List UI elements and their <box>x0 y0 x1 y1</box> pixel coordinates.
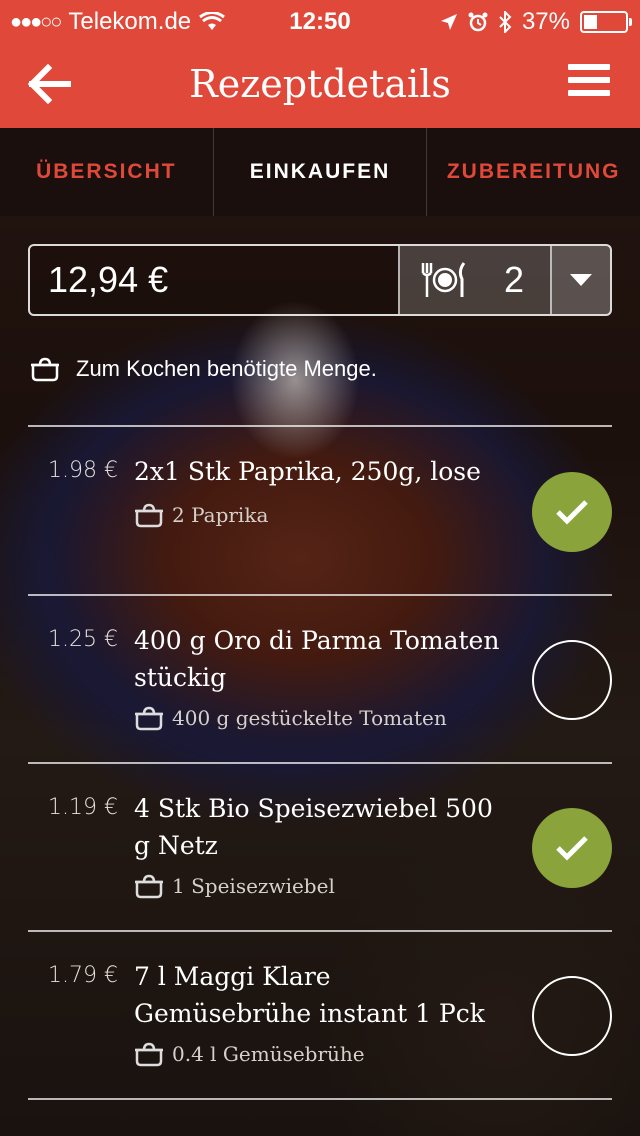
checkmark-icon <box>556 836 588 861</box>
item-check-toggle[interactable] <box>532 472 612 552</box>
item-check-toggle[interactable] <box>532 640 612 720</box>
cooking-pot-icon <box>31 357 59 382</box>
menu-button[interactable] <box>568 64 610 100</box>
price-servings-bar: 12,94 € 2 <box>28 244 612 316</box>
checkmark-icon <box>556 500 588 525</box>
item-check-toggle[interactable] <box>532 808 612 888</box>
item-need: 2 Paprika <box>134 502 268 528</box>
item-need-text: 0.4 l Gemüsebrühe <box>172 1042 365 1066</box>
divider <box>28 1098 612 1100</box>
item-title: 400 g Oro di Parma Tomaten stückig <box>134 626 500 692</box>
item-title: 4 Stk Bio Speisezwiebel 500 g Netz <box>134 794 493 860</box>
item-need: 1 Speisezwiebel <box>134 873 335 899</box>
item-need-text: 1 Speisezwiebel <box>172 874 335 898</box>
battery-percent: 37% <box>521 8 570 35</box>
total-price: 12,94 € <box>48 259 169 300</box>
item-title: 7 l Maggi Klare Gemüsebrühe instant 1 Pc… <box>134 962 485 1028</box>
item-title: 2x1 Stk Paprika, 250g, lose <box>134 457 481 486</box>
tab-zubereitung[interactable]: ZUBEREITUNG <box>426 128 640 216</box>
cooking-pot-icon <box>135 503 163 528</box>
tab-uebersicht[interactable]: ÜBERSICHT <box>0 128 213 216</box>
cooking-pot-icon <box>135 706 163 731</box>
tab-einkaufen[interactable]: EINKAUFEN <box>212 128 427 216</box>
cooking-pot-icon <box>135 1042 163 1067</box>
cooking-pot-icon <box>135 874 163 899</box>
status-bar: ●●●○○ Telekom.de 12:50 37% <box>0 0 640 40</box>
item-need-text: 400 g gestückelte Tomaten <box>172 706 447 730</box>
servings-dropdown-button[interactable] <box>550 246 610 314</box>
list-item: 1.79 € 7 l Maggi Klare Gemüsebrühe insta… <box>28 931 612 1099</box>
item-need: 0.4 l Gemüsebrühe <box>134 1041 365 1067</box>
servings-selector[interactable]: 2 <box>398 246 550 314</box>
chevron-down-icon <box>570 274 592 286</box>
item-need: 400 g gestückelte Tomaten <box>134 705 447 731</box>
item-check-toggle[interactable] <box>532 976 612 1056</box>
item-price: 1.98 € <box>48 458 118 483</box>
status-right: 37% <box>440 8 632 36</box>
item-price: 1.25 € <box>48 627 118 652</box>
plate-cutlery-icon <box>421 262 466 297</box>
page-title: Rezeptdetails <box>189 62 451 106</box>
item-price: 1.79 € <box>48 963 118 988</box>
list-item: 1.98 € 2x1 Stk Paprika, 250g, lose 2 Pap… <box>28 426 612 594</box>
item-price: 1.19 € <box>48 795 118 820</box>
servings-count: 2 <box>503 259 524 300</box>
list-item: 1.19 € 4 Stk Bio Speisezwiebel 500 g Net… <box>28 763 612 931</box>
nav-bar: Rezeptdetails <box>0 40 640 128</box>
battery-icon <box>580 11 632 33</box>
item-need-text: 2 Paprika <box>172 503 269 527</box>
hamburger-icon <box>568 64 610 70</box>
battery-fill <box>584 15 597 29</box>
tab-bar: ÜBERSICHT EINKAUFEN ZUBEREITUNG <box>0 128 640 216</box>
hamburger-icon-bar <box>568 90 610 96</box>
hamburger-icon-bar <box>568 77 610 83</box>
list-item: 1.25 € 400 g Oro di Parma Tomaten stücki… <box>28 595 612 763</box>
bluetooth-icon <box>499 11 512 33</box>
alarm-icon <box>468 12 488 32</box>
hint-text: Zum Kochen benötigte Menge. <box>76 356 377 381</box>
location-icon <box>440 14 457 30</box>
quantity-hint: Zum Kochen benötigte Menge. <box>30 356 377 382</box>
